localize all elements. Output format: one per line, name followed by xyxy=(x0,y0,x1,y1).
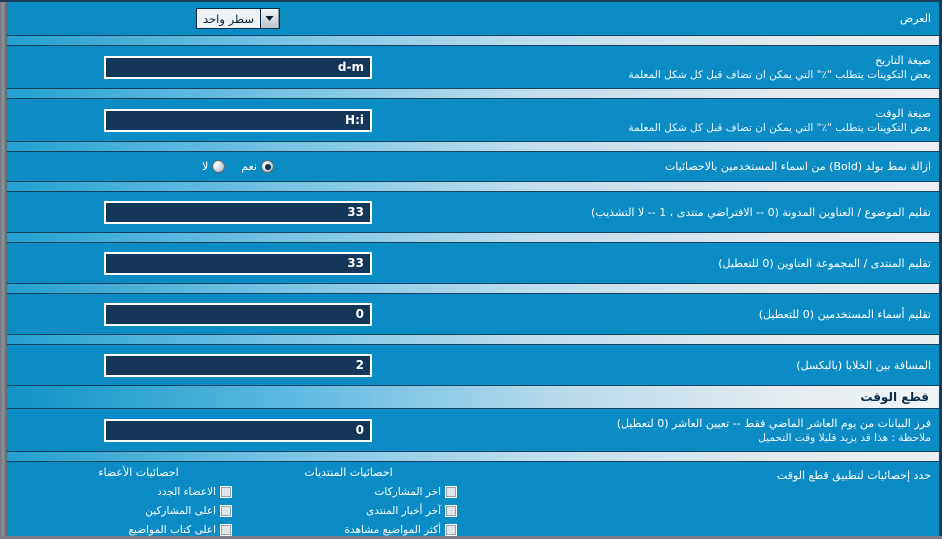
checkbox-icon[interactable] xyxy=(445,523,457,536)
row-date-format-labels: صيغة التاريخ بعض التكوينات يتطلب "٪" الت… xyxy=(461,53,931,82)
row-time-format-labels: صيغة الوقت بعض التكوينات يتطلب "٪" التي … xyxy=(461,106,931,135)
time-cutoff-label: فرز البيانات من يوم العاشر الماضي فقط --… xyxy=(616,416,931,430)
divider xyxy=(7,88,939,99)
display-mode-select[interactable]: سطر واحد xyxy=(196,8,280,29)
row-display: العرض سطر واحد xyxy=(7,2,939,35)
row-cell-spacing-labels: المسافة بين الخلايا (بالبكسل) xyxy=(461,358,931,373)
stats-column-members: احصائيات الأعضاء الاعضاء الجدد اعلى المش… xyxy=(41,466,236,536)
stats-column-forums: احصائيات المنتديات اخر المشاركات آخر أخب… xyxy=(236,466,461,536)
divider xyxy=(7,334,939,345)
radio-unselected-icon[interactable] xyxy=(212,160,226,173)
row-trim-topic-titles-labels: تقليم الموضوع / العناوين المدونة (0 -- ا… xyxy=(461,205,931,220)
date-format-label: صيغة التاريخ xyxy=(875,53,931,67)
date-format-hint: بعض التكوينات يتطلب "٪" التي يمكن ان تضا… xyxy=(628,68,931,81)
remove-bold-radio-group: نعم لا xyxy=(202,160,274,173)
radio-selected-icon[interactable] xyxy=(261,160,274,173)
row-cell-spacing: المسافة بين الخلايا (بالبكسل) xyxy=(7,345,939,385)
row-time-cutoff: فرز البيانات من يوم العاشر الماضي فقط --… xyxy=(7,409,939,451)
row-trim-forum-titles-control xyxy=(15,251,461,275)
chevron-down-icon[interactable] xyxy=(259,9,279,28)
checkbox-icon[interactable] xyxy=(220,485,232,498)
list-item-label: الاعضاء الجدد xyxy=(157,485,216,498)
remove-bold-radio-no-label: لا xyxy=(202,160,209,173)
display-label: العرض xyxy=(899,12,931,25)
list-item-label: آخر أخبار المنتدى xyxy=(366,504,441,517)
row-trim-usernames-labels: تقليم أسماء المستخدمين (0 للتعطيل) xyxy=(461,307,931,322)
checkbox-icon[interactable] xyxy=(220,523,232,536)
divider xyxy=(7,181,939,192)
time-format-input[interactable] xyxy=(104,108,372,132)
row-time-cutoff-control xyxy=(15,418,461,442)
row-remove-bold-control: نعم لا xyxy=(15,160,461,173)
date-format-input[interactable] xyxy=(104,55,372,79)
list-item-label: أكثر المواضيع مشاهدة xyxy=(344,523,442,536)
list-item-label: اخر المشاركات xyxy=(374,485,441,498)
stats-column-forums-title: احصائيات المنتديات xyxy=(304,466,393,479)
checkbox-icon[interactable] xyxy=(445,485,457,498)
list-item[interactable]: أكثر المواضيع مشاهدة xyxy=(236,520,461,536)
trim-forum-titles-label: تقليم المنتدى / المجموعة العناوين (0 للت… xyxy=(718,256,931,270)
row-trim-forum-titles: تقليم المنتدى / المجموعة العناوين (0 للت… xyxy=(7,243,939,283)
list-item[interactable]: اعلى كتاب المواضيع xyxy=(41,520,236,536)
row-trim-usernames-control xyxy=(15,302,461,326)
row-time-format-control xyxy=(15,108,461,132)
row-remove-bold-labels: ازالة نمط بولد (Bold) من اسماء المستخدمي… xyxy=(461,159,931,174)
trim-topic-titles-label: تقليم الموضوع / العناوين المدونة (0 -- ا… xyxy=(591,205,931,219)
row-trim-forum-titles-labels: تقليم المنتدى / المجموعة العناوين (0 للت… xyxy=(461,256,931,271)
checkbox-icon[interactable] xyxy=(445,504,457,517)
stats-column-members-title: احصائيات الأعضاء xyxy=(98,466,179,479)
stats-cutoff-label: حدد إحصائيات لتطبيق قطع الوقت xyxy=(776,469,931,482)
row-date-format-control xyxy=(15,55,461,79)
stats-cutoff-section: حدد إحصائيات لتطبيق قطع الوقت احصائيات ا… xyxy=(7,462,939,536)
list-item-label: اعلى كتاب المواضيع xyxy=(128,523,216,536)
row-display-control: سطر واحد xyxy=(15,8,461,29)
divider xyxy=(7,232,939,243)
row-time-format: صيغة الوقت بعض التكوينات يتطلب "٪" التي … xyxy=(7,99,939,141)
time-format-hint: بعض التكوينات يتطلب "٪" التي يمكن ان تضا… xyxy=(628,121,931,134)
row-time-cutoff-labels: فرز البيانات من يوم العاشر الماضي فقط --… xyxy=(461,416,931,445)
row-trim-topic-titles: تقليم الموضوع / العناوين المدونة (0 -- ا… xyxy=(7,192,939,232)
time-cutoff-input[interactable] xyxy=(104,418,372,442)
list-item[interactable]: اعلى المشاركين xyxy=(41,501,236,520)
trim-usernames-input[interactable] xyxy=(104,302,372,326)
stats-columns: احصائيات المنتديات اخر المشاركات آخر أخب… xyxy=(15,466,461,536)
row-cell-spacing-control xyxy=(15,353,461,377)
list-item[interactable]: اخر المشاركات xyxy=(236,482,461,501)
row-trim-topic-titles-control xyxy=(15,200,461,224)
row-trim-usernames: تقليم أسماء المستخدمين (0 للتعطيل) xyxy=(7,294,939,334)
stats-cutoff-label-wrap: حدد إحصائيات لتطبيق قطع الوقت xyxy=(461,466,931,483)
section-header-time-cutoff: قطع الوقت xyxy=(7,385,939,409)
left-scrollbar-strip[interactable] xyxy=(0,2,7,536)
remove-bold-radio-yes-label: نعم xyxy=(241,160,257,173)
time-format-label: صيغة الوقت xyxy=(875,106,931,120)
section-header-title: قطع الوقت xyxy=(860,390,929,404)
trim-usernames-label: تقليم أسماء المستخدمين (0 للتعطيل) xyxy=(758,307,931,321)
list-item[interactable]: آخر أخبار المنتدى xyxy=(236,501,461,520)
divider xyxy=(7,283,939,294)
display-mode-select-value[interactable]: سطر واحد xyxy=(197,9,260,28)
trim-forum-titles-input[interactable] xyxy=(104,251,372,275)
list-item[interactable]: الاعضاء الجدد xyxy=(41,482,236,501)
list-item-label: اعلى المشاركين xyxy=(145,504,216,517)
divider xyxy=(7,451,939,462)
remove-bold-radio-no[interactable]: لا xyxy=(202,160,226,173)
time-cutoff-note: ملاحظة : هذا قد يزيد قليلا وقت التحميل xyxy=(758,431,931,444)
cell-spacing-input[interactable] xyxy=(104,353,372,377)
trim-topic-titles-input[interactable] xyxy=(104,200,372,224)
settings-sheet: العرض سطر واحد صيغة التاريخ بعض التكوينا… xyxy=(7,2,939,536)
checkbox-icon[interactable] xyxy=(220,504,232,517)
divider xyxy=(7,141,939,152)
row-date-format: صيغة التاريخ بعض التكوينات يتطلب "٪" الت… xyxy=(7,46,939,88)
row-remove-bold: ازالة نمط بولد (Bold) من اسماء المستخدمي… xyxy=(7,152,939,181)
row-display-labels: العرض xyxy=(461,11,931,26)
remove-bold-radio-yes[interactable]: نعم xyxy=(241,160,274,173)
settings-page: العرض سطر واحد صيغة التاريخ بعض التكوينا… xyxy=(0,0,942,539)
divider xyxy=(7,35,939,46)
cell-spacing-label: المسافة بين الخلايا (بالبكسل) xyxy=(796,358,931,372)
remove-bold-label: ازالة نمط بولد (Bold) من اسماء المستخدمي… xyxy=(664,160,931,173)
